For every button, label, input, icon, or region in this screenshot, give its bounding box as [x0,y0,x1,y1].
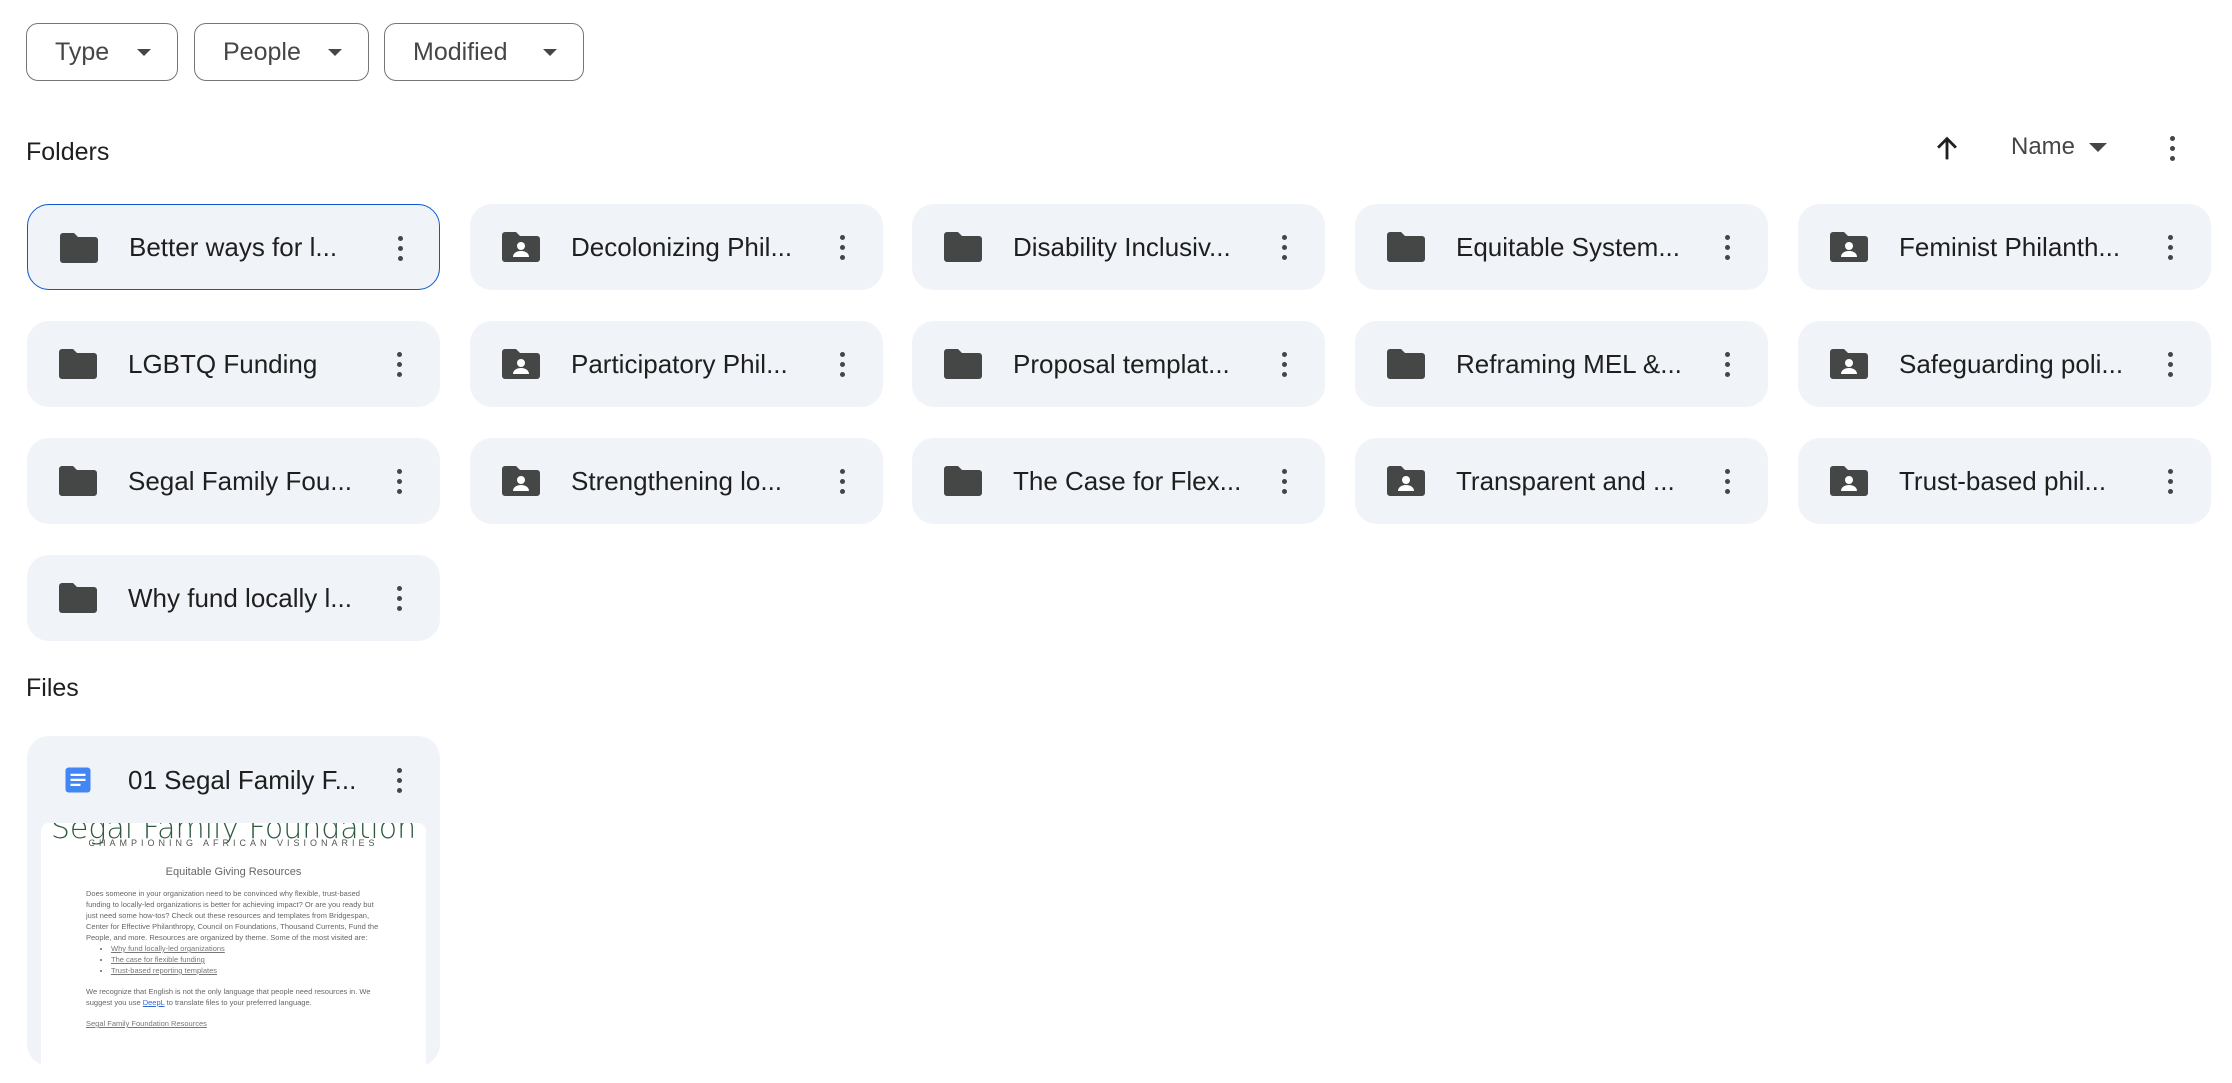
view-more-options-button[interactable] [2157,128,2187,168]
folder-more-actions-button[interactable] [2155,227,2185,267]
preview-deepl-link: DeepL [142,998,165,1007]
folder-name: Participatory Phil... [571,348,788,379]
folder-card[interactable]: Equitable System... [1355,204,1768,290]
folder-name: Equitable System... [1456,231,1680,262]
folder-card[interactable]: Feminist Philanth... [1798,204,2211,290]
filter-label: Modified [413,37,508,66]
folder-card[interactable]: Proposal templat... [912,321,1325,407]
folder-icon [59,583,97,613]
arrow-up-icon [1937,136,1957,160]
preview-intro: Does someone in your organization need t… [86,889,379,942]
folder-more-actions-button[interactable] [1712,227,1742,267]
shared-folder-icon [1387,466,1425,496]
folder-name: Transparent and ... [1456,465,1675,496]
folder-more-actions-button[interactable] [1269,344,1299,384]
folder-more-actions-button[interactable] [384,461,414,501]
folder-more-actions-button[interactable] [2155,344,2185,384]
folder-name: Why fund locally l... [128,582,352,613]
preview-heading: Equitable Giving Resources [165,866,302,878]
folder-more-actions-button[interactable] [827,227,857,267]
preview-link: Why fund locally-led organizations [111,944,225,953]
shared-folder-icon [1830,349,1868,379]
preview-section-link: Segal Family Foundation Resources [86,1019,207,1028]
folder-card[interactable]: Decolonizing Phil... [470,204,883,290]
folder-more-actions-button[interactable] [827,461,857,501]
folder-card[interactable]: Participatory Phil... [470,321,883,407]
folder-more-actions-button[interactable] [827,344,857,384]
files-heading: Files [26,674,79,702]
folder-name: Trust-based phil... [1899,465,2107,496]
folder-icon [59,349,97,379]
folder-name: Strengthening lo... [571,465,783,496]
folder-name: Better ways for l... [129,231,338,262]
caret-down-icon [137,49,151,56]
folder-name: Safeguarding poli... [1899,348,2124,379]
file-card[interactable]: 01 Segal Family F... Segal Family Founda… [27,736,440,1083]
caret-down-icon [328,49,342,56]
filter-people-button[interactable]: People [194,23,369,81]
file-name: 01 Segal Family F... [128,765,357,795]
folders-heading: Folders [26,138,110,166]
file-preview-thumbnail[interactable]: Segal Family Foundation CHAMPIONING AFRI… [41,823,426,1083]
folder-more-actions-button[interactable] [1269,461,1299,501]
folder-card[interactable]: Transparent and ... [1355,438,1768,524]
folder-more-actions-button[interactable] [384,344,414,384]
filter-type-button[interactable]: Type [26,23,178,81]
caret-down-icon [2089,142,2108,152]
filter-label: People [223,37,301,66]
preview-tagline: CHAMPIONING AFRICAN VISIONARIES [88,838,379,848]
folder-card[interactable]: Better ways for l... [27,204,440,290]
preview-link: Trust-based reporting templates [111,966,218,975]
caret-down-icon [543,49,557,56]
folder-card[interactable]: Reframing MEL &... [1355,321,1768,407]
folder-icon [1387,232,1425,262]
shared-folder-icon [502,349,540,379]
folder-name: Segal Family Fou... [128,465,352,496]
sort-by-label: Name [2011,133,2076,160]
preview-lang-text-end: to translate files to your preferred lan… [164,998,312,1007]
folder-name: The Case for Flex... [1013,465,1242,496]
folder-card[interactable]: LGBTQ Funding [27,321,440,407]
folder-card[interactable]: Why fund locally l... [27,555,440,641]
google-doc-icon [65,767,91,793]
sort-by-button[interactable]: Name [2011,133,2108,161]
preview-link: The case for flexible funding [111,955,205,964]
folder-more-actions-button[interactable] [1712,344,1742,384]
folder-more-actions-button[interactable] [385,228,415,268]
shared-folder-icon [502,466,540,496]
folder-name: Feminist Philanth... [1899,231,2121,262]
folder-more-actions-button[interactable] [2155,461,2185,501]
folder-card[interactable]: Strengthening lo... [470,438,883,524]
folder-card[interactable]: Segal Family Fou... [27,438,440,524]
folder-icon [944,349,982,379]
folder-name: Proposal templat... [1013,348,1230,379]
filter-modified-button[interactable]: Modified [384,23,584,81]
shared-folder-icon [1830,466,1868,496]
folder-icon [60,233,98,263]
folder-card[interactable]: Trust-based phil... [1798,438,2211,524]
folder-card[interactable]: Safeguarding poli... [1798,321,2211,407]
folder-more-actions-button[interactable] [1712,461,1742,501]
folder-icon [1387,349,1425,379]
sort-direction-button[interactable] [1930,130,1964,166]
folder-name: LGBTQ Funding [128,348,318,379]
folder-name: Decolonizing Phil... [571,231,793,262]
file-more-actions-button[interactable] [384,760,414,800]
folder-more-actions-button[interactable] [1269,227,1299,267]
shared-folder-icon [1830,232,1868,262]
filter-label: Type [55,37,110,66]
folder-more-actions-button[interactable] [384,578,414,618]
folder-icon [59,466,97,496]
preview-logo: Segal Family Foundation [50,823,417,846]
shared-folder-icon [502,232,540,262]
folder-icon [944,232,982,262]
folder-name: Reframing MEL &... [1456,348,1682,379]
folder-card[interactable]: The Case for Flex... [912,438,1325,524]
folder-card[interactable]: Disability Inclusiv... [912,204,1325,290]
folder-icon [944,466,982,496]
folder-name: Disability Inclusiv... [1013,231,1231,262]
